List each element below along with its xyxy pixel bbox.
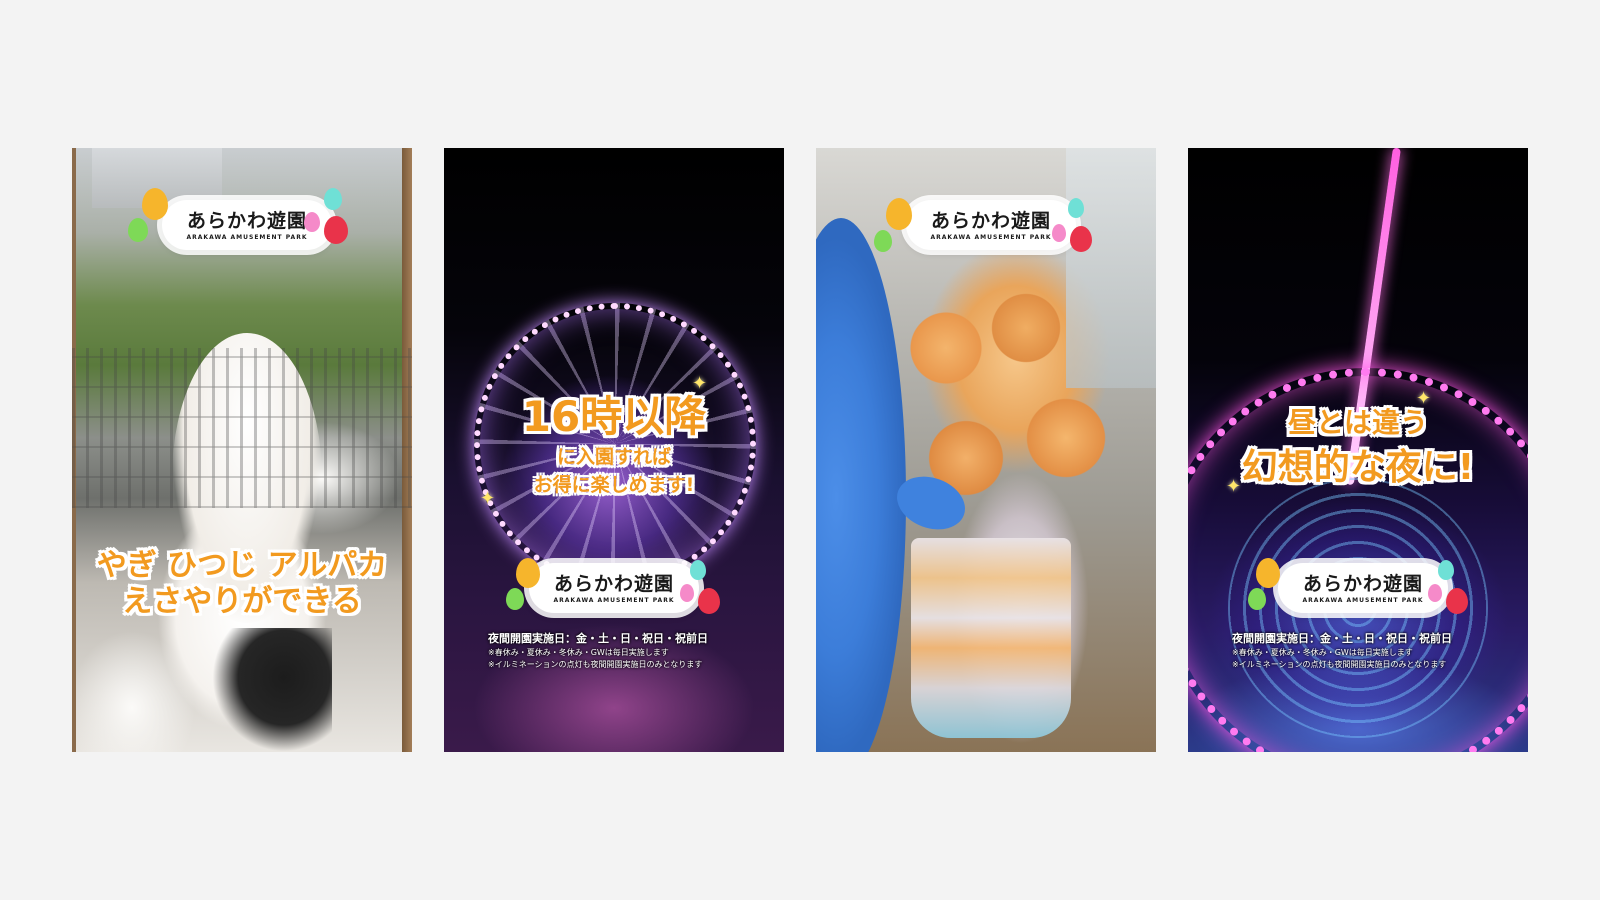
- balloon-icon: [128, 218, 148, 242]
- balloon-icon: [698, 588, 720, 614]
- video-card-night-ferris-wheel[interactable]: 16時以降 に入園すれば お得に楽しめます! ✦ ✦ あらかわ遊園 ARAKAW…: [444, 148, 784, 752]
- balloon-icon: [1438, 560, 1454, 580]
- sparkle-icon: ✦: [480, 488, 496, 509]
- logo-name: あらかわ遊園: [553, 573, 674, 595]
- balloon-icon: [874, 230, 892, 252]
- logo-name: あらかわ遊園: [1302, 573, 1423, 595]
- night-opening-days: 夜間開園実施日：金・土・日・祝日・祝前日: [1232, 632, 1452, 645]
- video-card-churros[interactable]: あらかわ遊園 ARAKAWA AMUSEMENT PARK: [816, 148, 1156, 752]
- night-opening-note: ※イルミネーションの点灯も夜間開園実施日のみとなります: [488, 660, 703, 669]
- door-frame-left: [72, 148, 76, 752]
- logo-subtitle: ARAKAWA AMUSEMENT PARK: [553, 597, 675, 604]
- video-card-feeding[interactable]: あらかわ遊園 ARAKAWA AMUSEMENT PARK やぎ ひつじ アルパ…: [72, 148, 412, 752]
- balloon-icon: [506, 588, 524, 610]
- park-logo: あらかわ遊園 ARAKAWA AMUSEMENT PARK: [529, 563, 699, 613]
- caption-line: 昼とは違う: [1287, 406, 1428, 439]
- balloon-icon: [1428, 584, 1442, 602]
- balloon-icon: [304, 212, 320, 232]
- balloon-icon: [1052, 224, 1066, 242]
- logo-subtitle: ARAKAWA AMUSEMENT PARK: [930, 234, 1052, 241]
- sparkle-icon: ✦: [1416, 388, 1432, 409]
- balloon-icon: [1446, 588, 1468, 614]
- caption-line: 16時以降: [521, 392, 707, 441]
- door-frame-right: [402, 148, 412, 752]
- balloon-icon: [324, 216, 348, 244]
- video-gallery: あらかわ遊園 ARAKAWA AMUSEMENT PARK やぎ ひつじ アルパ…: [72, 148, 1528, 752]
- logo-subtitle: ARAKAWA AMUSEMENT PARK: [1302, 597, 1424, 604]
- balloon-icon: [324, 188, 342, 210]
- balloon-icon: [1070, 226, 1092, 252]
- logo-subtitle: ARAKAWA AMUSEMENT PARK: [186, 234, 308, 241]
- logo-name: あらかわ遊園: [930, 210, 1051, 232]
- night-opening-note: ※春休み・夏休み・冬休み・GWは毎日実施します: [1232, 648, 1413, 657]
- night-opening-note: ※春休み・夏休み・冬休み・GWは毎日実施します: [488, 648, 669, 657]
- sparkle-icon: ✦: [692, 373, 708, 394]
- balloon-icon: [886, 198, 912, 230]
- balloon-icon: [516, 558, 540, 588]
- night-opening-days: 夜間開園実施日：金・土・日・祝日・祝前日: [488, 632, 708, 645]
- balloon-icon: [1068, 198, 1084, 218]
- balloon-icon: [690, 560, 706, 580]
- goat-image: [212, 628, 332, 752]
- sparkle-icon: ✦: [1226, 476, 1242, 497]
- balloon-icon: [680, 584, 694, 602]
- dessert-cup-image: [911, 538, 1071, 738]
- balloon-icon: [142, 188, 168, 220]
- park-logo: あらかわ遊園 ARAKAWA AMUSEMENT PARK: [1278, 563, 1448, 613]
- balloon-icon: [1256, 558, 1280, 588]
- park-logo: あらかわ遊園 ARAKAWA AMUSEMENT PARK: [906, 200, 1076, 250]
- video-card-illumination[interactable]: 昼とは違う 幻想的な夜に! ✦ ✦ あらかわ遊園 ARAKAWA AMUSEME…: [1188, 148, 1528, 752]
- night-opening-note: ※イルミネーションの点灯も夜間開園実施日のみとなります: [1232, 660, 1447, 669]
- caption-line: に入園すれば: [556, 446, 671, 468]
- caption-line: やぎ ひつじ アルパカ: [96, 548, 388, 583]
- balloon-icon: [1248, 588, 1266, 610]
- caption-line: えさやりができる: [122, 584, 362, 619]
